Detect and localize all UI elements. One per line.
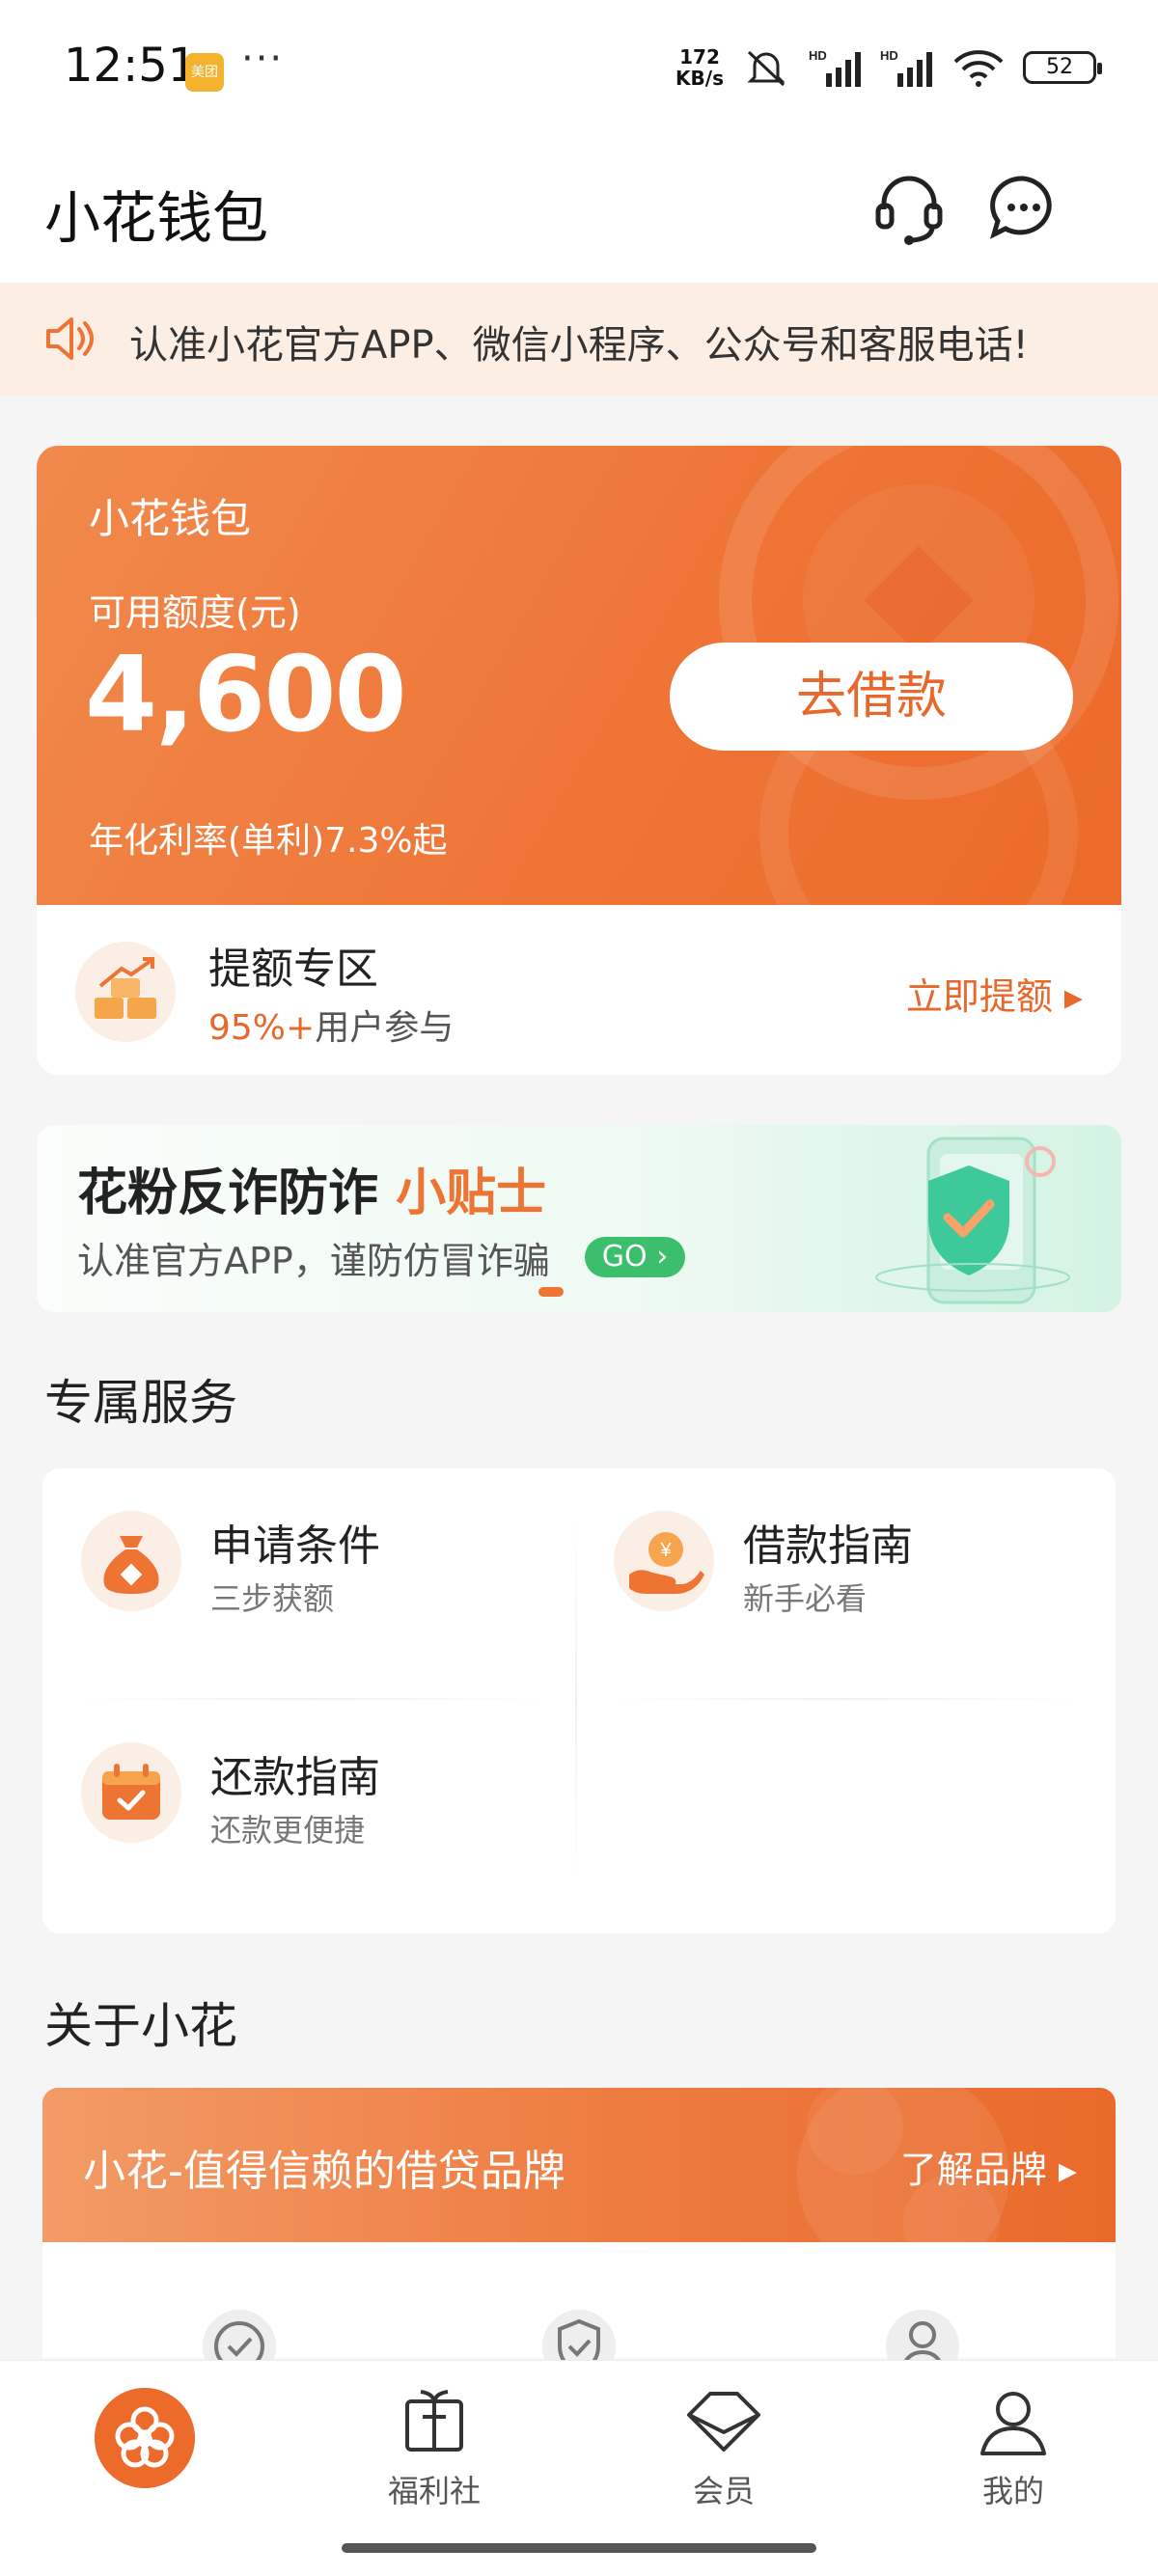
nav-member[interactable]: 会员 xyxy=(579,2361,868,2554)
user-icon xyxy=(980,2392,1046,2455)
network-speed: 172 KB/s xyxy=(676,45,724,90)
svg-text:HD: HD xyxy=(880,48,898,63)
shield-phone-icon xyxy=(875,1137,1070,1304)
pagination-dot-active xyxy=(538,1287,564,1297)
brand-slogan: 小花-值得信赖的借贷品牌 xyxy=(83,2147,565,2196)
nav-label: 我的 xyxy=(981,2473,1044,2509)
banner-subtitle: 认准官方APP，谨防仿冒诈骗 xyxy=(77,1240,550,1282)
available-credit-amount: 4,600 xyxy=(85,635,407,755)
quota-sub-text: 用户参与 xyxy=(315,1008,455,1048)
signal-2-icon: HD xyxy=(880,48,932,87)
coin-hand-icon: ¥ xyxy=(614,1511,714,1611)
increase-quota-link[interactable]: 立即提额 ▸ xyxy=(906,967,1083,1020)
status-bar: 12:51 美团 ··· 172 KB/s HD HD 52 xyxy=(0,0,1158,140)
quota-increase-section[interactable]: 提额专区 95%+用户参与 立即提额 ▸ xyxy=(37,905,1121,1075)
gold-bars-icon xyxy=(75,942,176,1042)
money-bag-icon xyxy=(81,1511,181,1611)
wallet-name: 小花钱包 xyxy=(89,495,252,542)
services-heading: 专属服务 xyxy=(44,1375,237,1431)
divider xyxy=(614,1698,1077,1700)
svg-text:HD: HD xyxy=(809,48,827,63)
diamond-icon xyxy=(687,2392,760,2452)
mute-icon xyxy=(747,50,786,87)
message-icon[interactable] xyxy=(982,167,1063,248)
wifi-icon xyxy=(953,50,1004,87)
service-borrow-guide[interactable]: ¥ 借款指南 新手必看 xyxy=(575,1468,1077,1661)
flower-home-icon xyxy=(95,2388,195,2488)
banner-title: 花粉反诈防诈 小贴士 xyxy=(77,1165,547,1222)
nav-home[interactable] xyxy=(0,2361,290,2554)
brand-features xyxy=(42,2242,1116,2383)
borrow-button[interactable]: 去借款 xyxy=(670,643,1073,751)
app-header: 小花钱包 xyxy=(0,140,1158,283)
headset-icon[interactable] xyxy=(868,167,950,248)
notice-bar[interactable]: 认准小花官方APP、微信小程序、公众号和客服电话! xyxy=(0,283,1158,396)
banner-title-highlight: 小贴士 xyxy=(396,1165,547,1222)
service-apply-conditions[interactable]: 申请条件 三步获额 xyxy=(42,1468,544,1661)
divider xyxy=(575,1517,577,1883)
home-indicator[interactable] xyxy=(342,2543,816,2553)
service-subtitle: 新手必看 xyxy=(743,1580,868,1617)
service-title: 借款指南 xyxy=(743,1521,913,1571)
service-subtitle: 还款更便捷 xyxy=(210,1812,366,1849)
quota-subtitle: 95%+用户参与 xyxy=(208,1000,454,1050)
nav-label: 福利社 xyxy=(387,2473,481,2509)
notice-text: 认准小花官方APP、微信小程序、公众号和客服电话! xyxy=(129,323,1029,368)
banner-pagination xyxy=(538,1287,564,1297)
interest-rate-text: 年化利率(单利)7.3%起 xyxy=(89,821,448,861)
service-title: 还款指南 xyxy=(210,1753,380,1802)
app-notification-icon: 美团 xyxy=(185,53,224,92)
status-time: 12:51 xyxy=(64,39,198,93)
battery-indicator: 52 xyxy=(1023,51,1102,84)
speaker-icon xyxy=(46,317,94,360)
more-notifications-icon: ··· xyxy=(241,37,285,81)
nav-label: 会员 xyxy=(692,2473,755,2509)
calendar-check-icon xyxy=(81,1742,181,1843)
anti-fraud-banner[interactable]: 花粉反诈防诈 小贴士 认准官方APP，谨防仿冒诈骗 GO › xyxy=(37,1125,1121,1312)
service-subtitle: 三步获额 xyxy=(210,1580,335,1617)
nav-mine[interactable]: 我的 xyxy=(868,2361,1158,2554)
page-title: 小花钱包 xyxy=(44,185,269,251)
quota-title: 提额专区 xyxy=(208,945,378,994)
quota-percent: 95%+ xyxy=(208,1008,316,1048)
signal-1-icon: HD xyxy=(809,48,861,87)
status-indicators: 172 KB/s HD HD 52 xyxy=(676,45,1102,90)
services-grid: 申请条件 三步获额 ¥ 借款指南 新手必看 还款指南 还款更便捷 xyxy=(42,1468,1116,1933)
banner-go-button[interactable]: GO › xyxy=(585,1237,685,1277)
svg-text:¥: ¥ xyxy=(659,1540,672,1561)
nav-welfare[interactable]: 福利社 xyxy=(290,2361,579,2554)
divider xyxy=(81,1698,544,1700)
gift-icon xyxy=(405,2390,463,2452)
about-heading: 关于小花 xyxy=(44,1998,237,2054)
learn-brand-link[interactable]: 了解品牌 ▸ xyxy=(900,2140,1077,2193)
available-credit-label: 可用额度(元) xyxy=(89,591,301,634)
brand-banner[interactable]: 小花-值得信赖的借贷品牌 了解品牌 ▸ xyxy=(42,2088,1116,2242)
service-title: 申请条件 xyxy=(210,1521,380,1571)
wallet-card: 小花钱包 可用额度(元) 4,600 年化利率(单利)7.3%起 去借款 xyxy=(37,446,1121,905)
service-repay-guide[interactable]: 还款指南 还款更便捷 xyxy=(42,1700,544,1893)
